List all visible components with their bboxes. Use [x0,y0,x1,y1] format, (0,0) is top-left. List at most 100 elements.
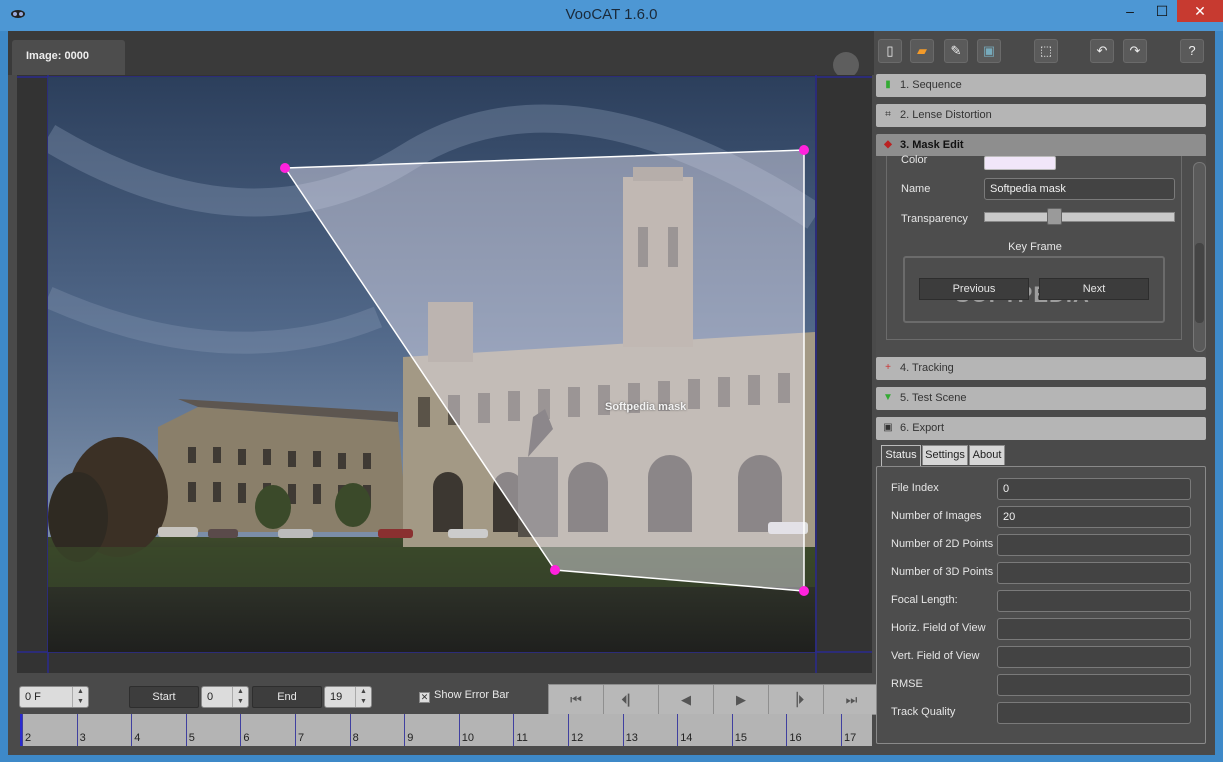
section-label: 5. Test Scene [900,392,967,404]
mask-icon: ◆ [884,139,892,150]
section-tracking[interactable]: + 4. Tracking [876,357,1206,380]
mask-vertex[interactable] [799,145,809,155]
field-label: Number of 3D Points [891,566,994,578]
help-icon[interactable]: ? [1180,39,1204,63]
previous-keyframe-icon[interactable]: ⏴▏ [604,685,659,714]
end-button[interactable]: End [252,686,322,708]
rmse-field[interactable] [997,674,1191,696]
mask-edit-panel: Color Name Softpedia mask Transparency K… [876,154,1206,361]
transparency-slider[interactable] [984,212,1175,222]
transparency-slider-handle[interactable] [1047,208,1063,225]
ruler-tick [568,714,569,746]
mask-vertex[interactable] [799,586,809,596]
number-of-2d-points-field[interactable] [997,534,1191,556]
new-file-icon[interactable]: ▯ [878,39,902,63]
minimize-button[interactable]: – [1113,0,1147,22]
maximize-button[interactable]: ☐ [1147,0,1177,22]
edit-icon[interactable]: ✎ [944,39,968,63]
image-viewport[interactable]: Softpedia mask [17,75,872,673]
frame-spinbox[interactable]: 0 F ▲ ▼ [19,686,89,708]
redo-icon[interactable]: ↷ [1123,39,1147,63]
timeline-ruler[interactable]: 2 3 4 5 6 7 8 9 10 11 12 13 14 15 16 17 [20,714,872,746]
horiz-field-of-view-field[interactable] [997,618,1191,640]
image-tab[interactable]: Image: 0000 [12,40,125,75]
close-button[interactable]: ✕ [1177,0,1223,22]
select-region-icon[interactable]: ⬚ [1034,39,1058,63]
ruler-tick [786,714,788,746]
ruler-label: 16 [789,732,802,744]
tracking-icon: + [885,362,891,373]
field-label: Horiz. Field of View [891,622,986,634]
end-value: 19 [330,691,343,703]
tab-about[interactable]: About [969,445,1005,465]
transparency-label: Transparency [901,213,968,225]
viewer-tab-bar: Image: 0000 [8,31,874,78]
status-panel: File Index 0 Number of Images 20 Number … [876,466,1206,744]
film-icon: ▮ [885,79,891,90]
ruler-tick [622,714,624,746]
scrollbar-thumb[interactable] [1195,243,1204,323]
number-of-images-field[interactable]: 20 [997,506,1191,528]
lens-grid-icon: ⌗ [885,109,891,120]
file-index-field[interactable]: 0 [997,478,1191,500]
status-row-horiz-fov: Horiz. Field of View [891,618,1191,640]
section-label: 2. Lense Distortion [900,109,992,121]
ruler-label: 7 [298,732,305,744]
end-spinbox[interactable]: 19 ▲ ▼ [324,686,372,708]
test-scene-icon: ▼ [883,392,893,403]
export-icon: ▣ [883,422,893,433]
spin-arrows-icon[interactable]: ▲ ▼ [72,687,88,707]
track-quality-field[interactable] [997,702,1191,724]
previous-frame-icon[interactable]: ◀ [659,685,714,714]
section-sequence[interactable]: ▮ 1. Sequence [876,74,1206,97]
start-button[interactable]: Start [129,686,199,708]
number-of-3d-points-field[interactable] [997,562,1191,584]
status-row-file-index: File Index 0 [891,478,1191,500]
open-folder-icon[interactable]: ▰ [910,39,934,63]
spin-arrows-icon[interactable]: ▲ ▼ [232,687,248,707]
next-keyframe-icon[interactable]: ▕⏵ [769,685,824,714]
section-label: 4. Tracking [900,362,954,374]
play-icon[interactable]: ▶ [714,685,769,714]
undo-icon[interactable]: ↶ [1090,39,1114,63]
ruler-tick [22,714,23,746]
start-spinbox[interactable]: 0 ▲ ▼ [201,686,249,708]
mask-name-overlay: Softpedia mask [605,401,687,413]
ruler-tick [131,714,133,746]
ruler-label: 12 [571,732,584,744]
field-label: File Index [891,482,939,494]
name-label: Name [901,183,931,195]
ruler-tick [841,714,842,746]
ruler-label: 4 [134,732,141,744]
tab-settings[interactable]: Settings [922,445,968,465]
vert-field-of-view-field[interactable] [997,646,1191,668]
mask-panel-scrollbar[interactable] [1193,162,1206,352]
save-icon[interactable]: ▣ [977,39,1001,63]
ruler-label: 14 [680,732,693,744]
ruler-tick [295,714,296,746]
section-test-scene[interactable]: ▼ 5. Test Scene [876,387,1206,410]
last-frame-icon[interactable]: ⏭ [824,685,879,714]
mask-vertex[interactable] [550,565,560,575]
ruler-label: 9 [407,732,414,744]
mask-name-input[interactable]: Softpedia mask [984,178,1175,200]
next-keyframe-button[interactable]: Next [1039,278,1149,300]
tab-status[interactable]: Status [881,445,921,467]
first-frame-icon[interactable]: ⏮ [549,685,604,714]
field-label: Vert. Field of View [891,650,980,662]
ruler-tick [677,714,679,746]
field-label: Track Quality [891,706,956,718]
spin-arrows-icon[interactable]: ▲ ▼ [355,687,371,707]
field-label: Number of Images [891,510,982,522]
section-lense-distortion[interactable]: ⌗ 2. Lense Distortion [876,104,1206,127]
focal-length-field[interactable] [997,590,1191,612]
previous-keyframe-button[interactable]: Previous [919,278,1029,300]
mask-vertex[interactable] [280,163,290,173]
section-export[interactable]: ▣ 6. Export [876,417,1206,440]
checkbox-checked-icon[interactable]: ✕ [419,692,430,703]
ruler-label: 10 [461,732,475,744]
transport-controls: ⏮ ⏴▏ ◀ ▶ ▕⏵ ⏭ [548,684,879,715]
show-error-bar-checkbox[interactable]: ✕ Show Error Bar [419,689,509,703]
mask-color-swatch[interactable] [984,156,1056,170]
field-label: RMSE [891,678,923,690]
